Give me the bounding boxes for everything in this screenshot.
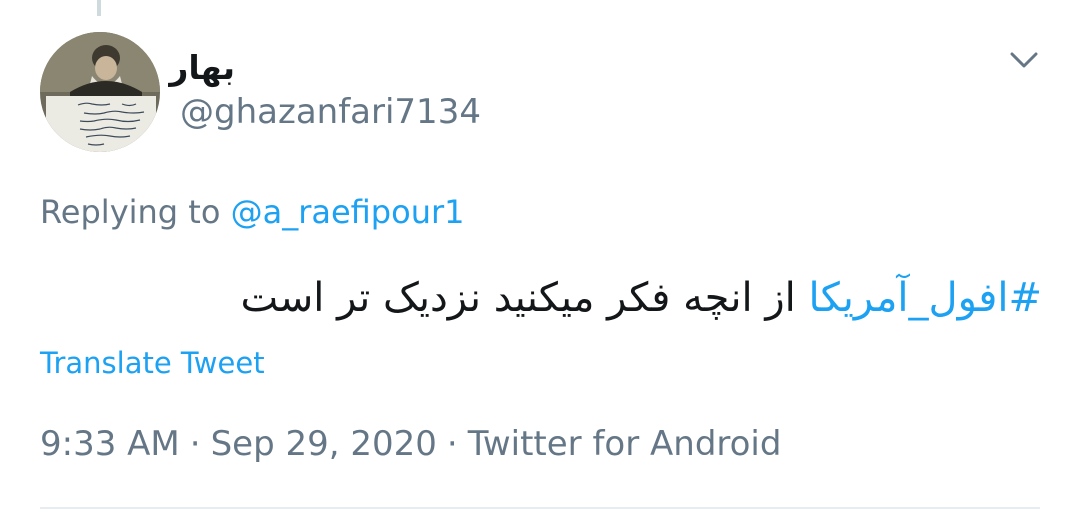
meta-separator-2: · [446,424,458,464]
translate-tweet-link[interactable]: Translate Tweet [40,344,265,382]
thread-connector-line [97,0,101,16]
tweet-text: #افول_آمریکا از انچه فکر میکنید نزدیک تر… [240,268,1042,328]
tweet-source[interactable]: Twitter for Android [468,424,782,464]
divider [40,507,1040,509]
tweet-body: از انچه فکر میکنید نزدیک تر است [240,275,796,321]
replying-prefix: Replying to [40,193,221,231]
meta-separator: · [189,424,201,464]
tweet-time[interactable]: 9:33 AM [40,424,180,464]
hashtag-link[interactable]: #افول_آمریکا [809,275,1043,321]
replying-mention-link[interactable]: @a_raefipour1 [231,193,465,231]
replying-to: Replying to @a_raefipour1 [40,192,464,232]
tweet-detail: بهار @ghazanfari7134 Replying to @a_raef… [0,0,1080,515]
tweet-metadata: 9:33 AM · Sep 29, 2020 · Twitter for Android [40,422,781,466]
tweet-date[interactable]: Sep 29, 2020 [211,424,437,464]
avatar[interactable] [40,32,160,152]
user-handle[interactable]: @ghazanfari7134 [180,92,481,132]
display-name[interactable]: بهار [169,46,235,90]
chevron-down-icon[interactable] [1004,42,1044,78]
